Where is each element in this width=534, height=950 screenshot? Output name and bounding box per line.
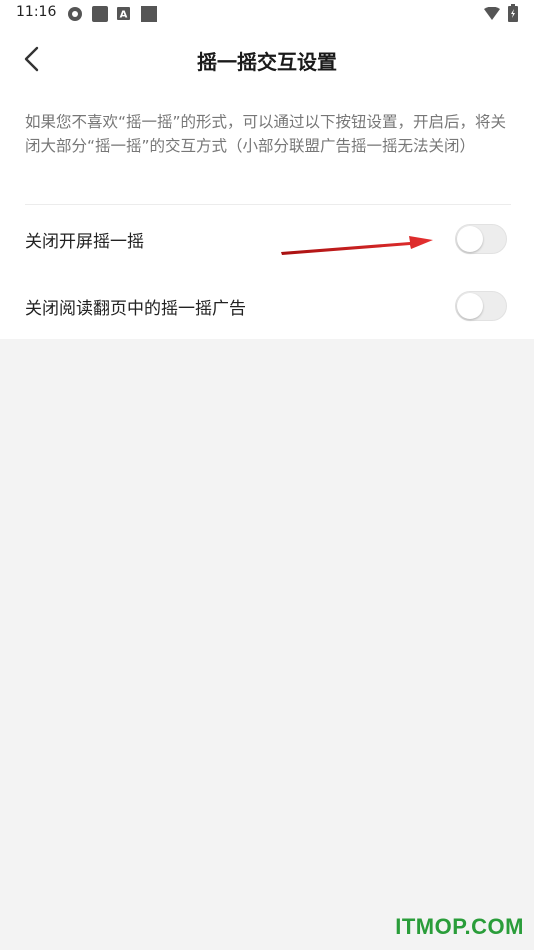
setting-label-reading-shake-ad: 关闭阅读翻页中的摇一摇广告 <box>25 299 246 319</box>
toggle-splash-shake[interactable] <box>455 224 507 254</box>
square-notification-icon <box>141 6 157 22</box>
sync-icon <box>68 7 82 21</box>
red-pointer-arrow-icon <box>281 236 433 255</box>
watermark: ITMOP.COM <box>395 914 524 939</box>
battery-icon <box>508 4 518 22</box>
toggle-knob <box>457 226 483 252</box>
a-notification-icon: A <box>117 7 130 20</box>
status-time: 11:16 <box>16 4 57 20</box>
toggle-knob <box>457 293 483 319</box>
title-bar: 摇一摇交互设置 <box>0 28 534 90</box>
toggle-reading-shake-ad[interactable] <box>455 291 507 321</box>
description-text: 如果您不喜欢“摇一摇”的形式，可以通过以下按钮设置，开启后，将关闭大部分“摇一摇… <box>25 113 507 155</box>
page-title: 摇一摇交互设置 <box>197 50 337 74</box>
svg-text:A: A <box>120 10 128 21</box>
setting-row-splash-shake[interactable]: 关闭开屏摇一摇 <box>0 207 534 269</box>
setting-label-splash-shake: 关闭开屏摇一摇 <box>25 232 144 252</box>
app-notification-icon <box>92 6 108 22</box>
divider <box>25 204 511 205</box>
wifi-icon <box>484 7 500 20</box>
setting-row-reading-shake-ad[interactable]: 关闭阅读翻页中的摇一摇广告 <box>0 274 534 336</box>
status-bar: 11:16 A <box>0 0 534 28</box>
